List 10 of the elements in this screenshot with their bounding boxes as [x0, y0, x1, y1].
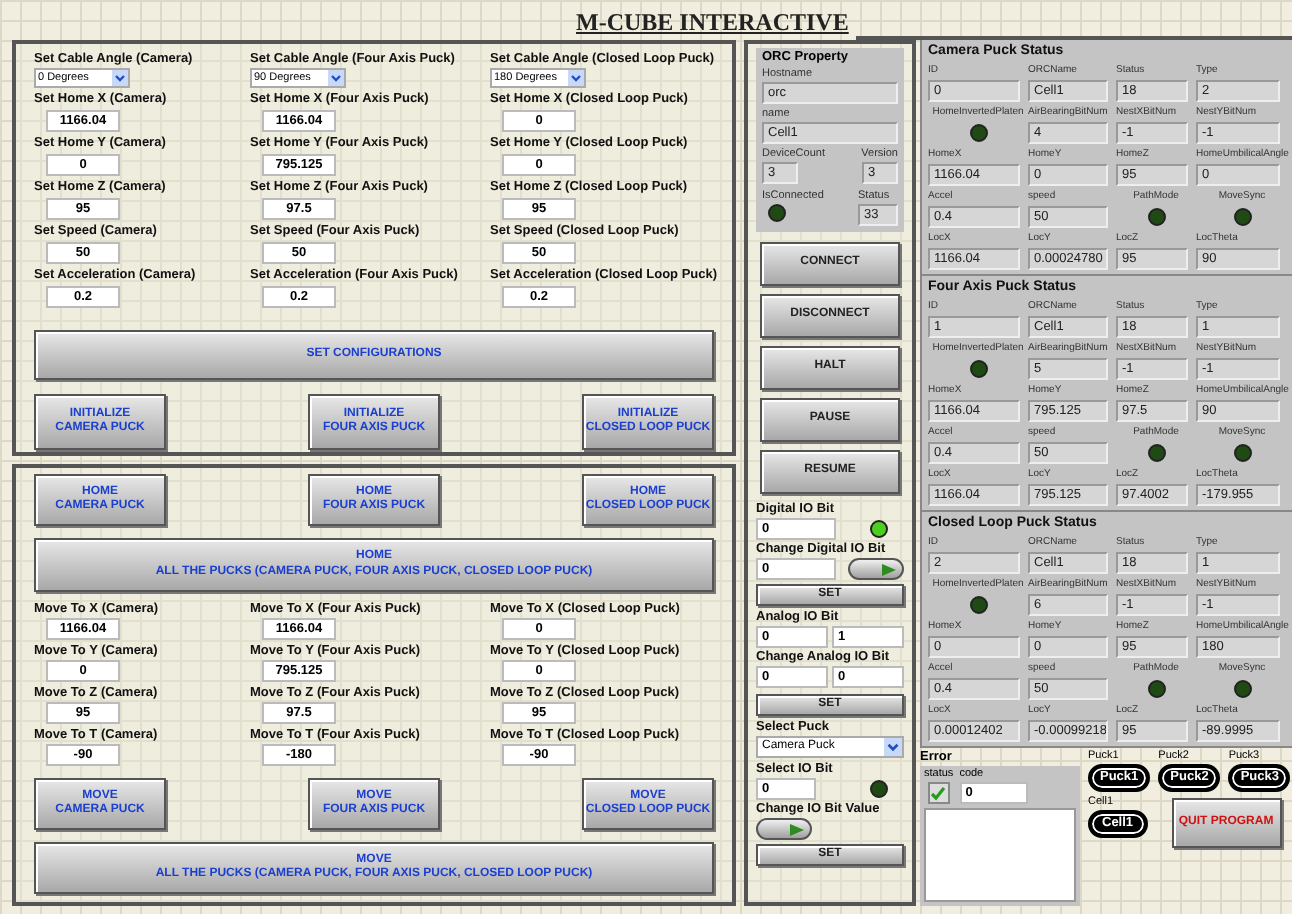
- chevron-down-icon: [568, 70, 584, 86]
- app-title: M-CUBE INTERACTIVE: [576, 6, 849, 40]
- toggle-switch[interactable]: [848, 558, 904, 580]
- play-icon: [882, 563, 896, 575]
- source-text-area[interactable]: [924, 808, 1076, 902]
- chevron-down-icon: [328, 70, 344, 86]
- toggle-switch[interactable]: [756, 818, 812, 840]
- chevron-down-icon: [884, 738, 902, 756]
- play-icon: [790, 823, 804, 835]
- chevron-down-icon: [112, 70, 128, 86]
